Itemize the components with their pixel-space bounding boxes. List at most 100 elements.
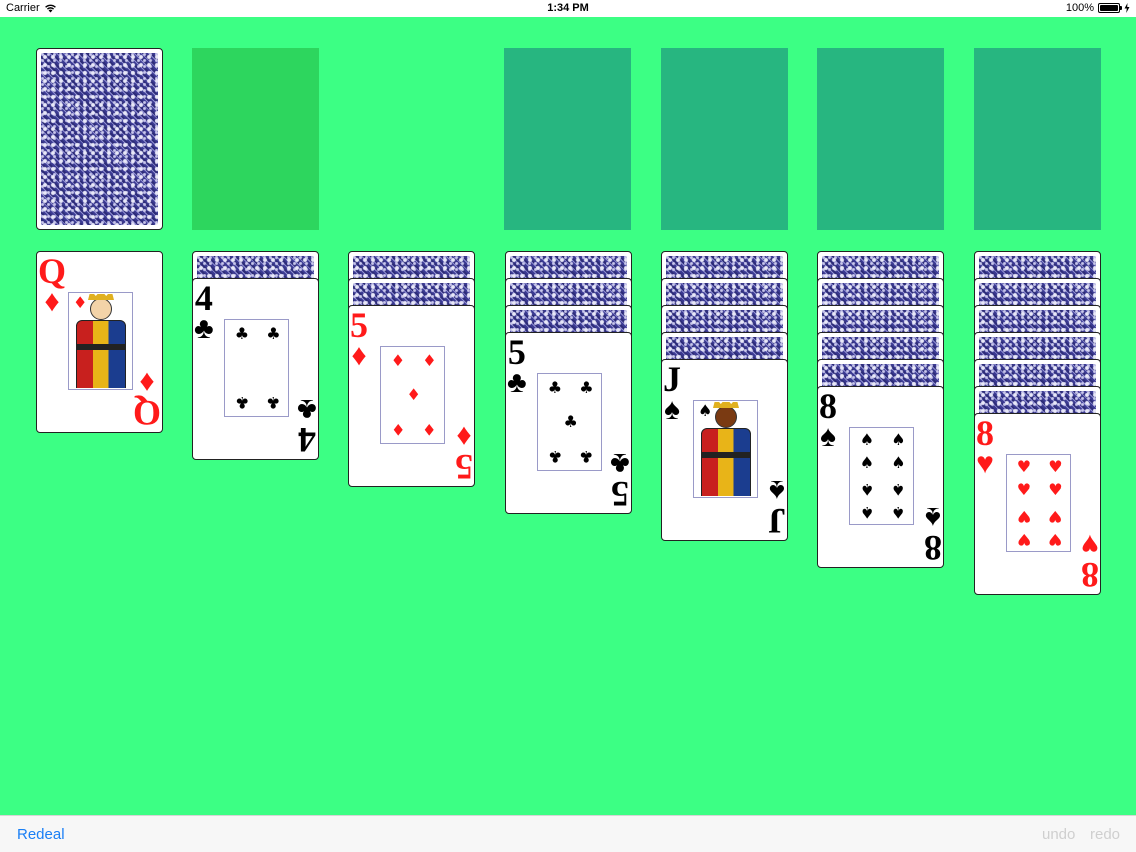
card-rank: 8 bbox=[1081, 555, 1099, 595]
waste-slot[interactable] bbox=[192, 48, 319, 230]
battery-percent: 100% bbox=[1065, 2, 1094, 14]
court-figure: ♦ bbox=[68, 292, 133, 390]
card-rank: J bbox=[663, 359, 681, 399]
card-suit: ♠ bbox=[925, 501, 941, 534]
card-index-bottom: 5 ♦ bbox=[455, 420, 473, 487]
pip-area: ♣ ♣ ♣ ♣ ♣ bbox=[537, 373, 602, 471]
suit-pip: ♥ bbox=[1048, 479, 1063, 499]
card-suit: ♥ bbox=[976, 447, 994, 480]
suit-pip: ♦ bbox=[390, 351, 406, 371]
tableau-card-faceup[interactable]: 8 ♠ 8 ♠ ♠ ♠ ♠ ♠ ♠ ♠ ♠ ♠ bbox=[817, 386, 944, 568]
card-suit: ♣ bbox=[297, 393, 317, 426]
card-rank: 8 bbox=[819, 386, 837, 426]
card-index-bottom: 8 ♥ bbox=[1081, 528, 1099, 595]
card-rank: Q bbox=[132, 393, 161, 433]
tableau-card-faceup[interactable]: 8 ♥ 8 ♥ ♥ ♥ ♥ ♥ ♥ ♥ ♥ ♥ bbox=[974, 413, 1101, 595]
suit-pip: ♦ bbox=[73, 293, 88, 312]
foundation-slot-2[interactable] bbox=[661, 48, 788, 230]
card-index-bottom: 4 ♣ bbox=[297, 393, 317, 459]
tableau-card-faceup[interactable]: 5 ♦ 5 ♦ ♦ ♦ ♦ ♦ ♦ bbox=[348, 305, 475, 487]
card-index-top: 8 ♥ bbox=[976, 415, 994, 479]
suit-pip: ♠ bbox=[859, 429, 875, 449]
suit-pip: ♣ bbox=[234, 392, 250, 412]
card-index-top: J ♠ bbox=[663, 361, 681, 425]
card-index-top: 5 ♣ bbox=[507, 334, 527, 398]
suit-pip: ♥ bbox=[1048, 530, 1063, 550]
stock-pile[interactable] bbox=[36, 48, 163, 230]
suit-pip: ♦ bbox=[422, 419, 437, 439]
card-index-top: 5 ♦ bbox=[350, 307, 368, 371]
suit-pip: ♥ bbox=[1016, 507, 1032, 527]
card-index-bottom: J ♠ bbox=[768, 474, 786, 541]
card-suit: ♦ bbox=[44, 285, 60, 318]
suit-pip: ♣ bbox=[579, 446, 594, 466]
card-rank: 4 bbox=[194, 278, 213, 318]
tableau-card-faceup[interactable]: 5 ♣ 5 ♣ ♣ ♣ ♣ ♣ ♣ bbox=[505, 332, 632, 514]
suit-pip: ♥ bbox=[1016, 530, 1032, 550]
card-suit: ♥ bbox=[1081, 528, 1099, 561]
suit-pip: ♥ bbox=[1048, 456, 1063, 476]
suit-pip: ♠ bbox=[891, 503, 906, 523]
card-index-top: Q ♦ bbox=[38, 253, 66, 317]
pip-area: ♣ ♣ ♣ ♣ bbox=[224, 319, 289, 417]
toolbar: Redeal undo redo bbox=[0, 815, 1136, 852]
card-rank: 5 bbox=[455, 447, 473, 487]
suit-pip: ♣ bbox=[266, 324, 281, 344]
card-index-top: 4 ♣ bbox=[194, 280, 214, 344]
battery-fill bbox=[1100, 5, 1118, 11]
pip-area: ♥ ♥ ♥ ♥ ♥ ♥ ♥ ♥ bbox=[1006, 454, 1071, 552]
card-back-pattern bbox=[41, 53, 158, 225]
card-rank: 8 bbox=[976, 413, 994, 453]
suit-pip: ♦ bbox=[390, 419, 406, 439]
suit-pip: ♠ bbox=[698, 401, 713, 420]
card-suit: ♦ bbox=[351, 339, 367, 372]
foundation-slot-4[interactable] bbox=[974, 48, 1101, 230]
card-suit: ♠ bbox=[664, 393, 680, 426]
suit-pip: ♠ bbox=[859, 452, 875, 472]
suit-pip: ♣ bbox=[234, 324, 250, 344]
suit-pip: ♣ bbox=[563, 412, 578, 431]
card-suit: ♣ bbox=[194, 312, 214, 345]
foundation-slot-1[interactable] bbox=[504, 48, 631, 230]
foundation-slot-3[interactable] bbox=[817, 48, 944, 230]
card-rank: Q bbox=[38, 251, 67, 291]
pip-area: ♠ ♠ ♠ ♠ ♠ ♠ ♠ ♠ bbox=[849, 427, 914, 525]
redo-button[interactable]: redo bbox=[1090, 826, 1120, 843]
card-index-bottom: 5 ♣ bbox=[610, 447, 630, 514]
charging-bolt-icon bbox=[1124, 3, 1130, 13]
court-figure: ♠ bbox=[693, 400, 758, 498]
tableau-card-faceup[interactable]: Q ♦ Q ♦ ♦ bbox=[36, 251, 163, 433]
card-suit: ♣ bbox=[610, 447, 630, 480]
card-suit: ♣ bbox=[507, 366, 527, 399]
card-suit: ♠ bbox=[769, 474, 785, 507]
card-index-bottom: Q ♦ bbox=[132, 366, 161, 433]
suit-pip: ♠ bbox=[891, 480, 906, 500]
suit-pip: ♥ bbox=[1048, 507, 1063, 527]
undo-button[interactable]: undo bbox=[1042, 826, 1075, 843]
suit-pip: ♥ bbox=[1016, 479, 1032, 499]
suit-pip: ♦ bbox=[422, 351, 437, 371]
suit-pip: ♦ bbox=[406, 385, 421, 404]
card-rank: 5 bbox=[507, 332, 526, 372]
tableau-card-faceup[interactable]: 4 ♣ 4 ♣ ♣ ♣ ♣ ♣ bbox=[192, 278, 319, 460]
suit-pip: ♣ bbox=[547, 446, 563, 466]
card-rank: J bbox=[768, 501, 786, 541]
card-rank: 8 bbox=[924, 528, 942, 568]
card-index-top: 8 ♠ bbox=[819, 388, 837, 452]
card-index-bottom: 8 ♠ bbox=[924, 501, 942, 568]
tableau-card-faceup[interactable]: J ♠ J ♠ ♠ bbox=[661, 359, 788, 541]
battery-icon bbox=[1098, 3, 1122, 13]
suit-pip: ♥ bbox=[1016, 456, 1032, 476]
card-suit: ♦ bbox=[456, 420, 472, 453]
suit-pip: ♣ bbox=[547, 378, 563, 398]
card-rank: 5 bbox=[611, 474, 630, 514]
suit-pip: ♣ bbox=[266, 392, 281, 412]
clock: 1:34 PM bbox=[547, 2, 589, 14]
card-suit: ♠ bbox=[820, 420, 836, 453]
suit-pip: ♠ bbox=[859, 503, 875, 523]
battery-info: 100% bbox=[1066, 2, 1130, 14]
suit-pip: ♣ bbox=[579, 378, 594, 398]
pip-area: ♦ ♦ ♦ ♦ ♦ bbox=[380, 346, 445, 444]
status-bar: Carrier 1:34 PM 100% bbox=[0, 0, 1136, 17]
redeal-button[interactable]: Redeal bbox=[17, 826, 65, 843]
